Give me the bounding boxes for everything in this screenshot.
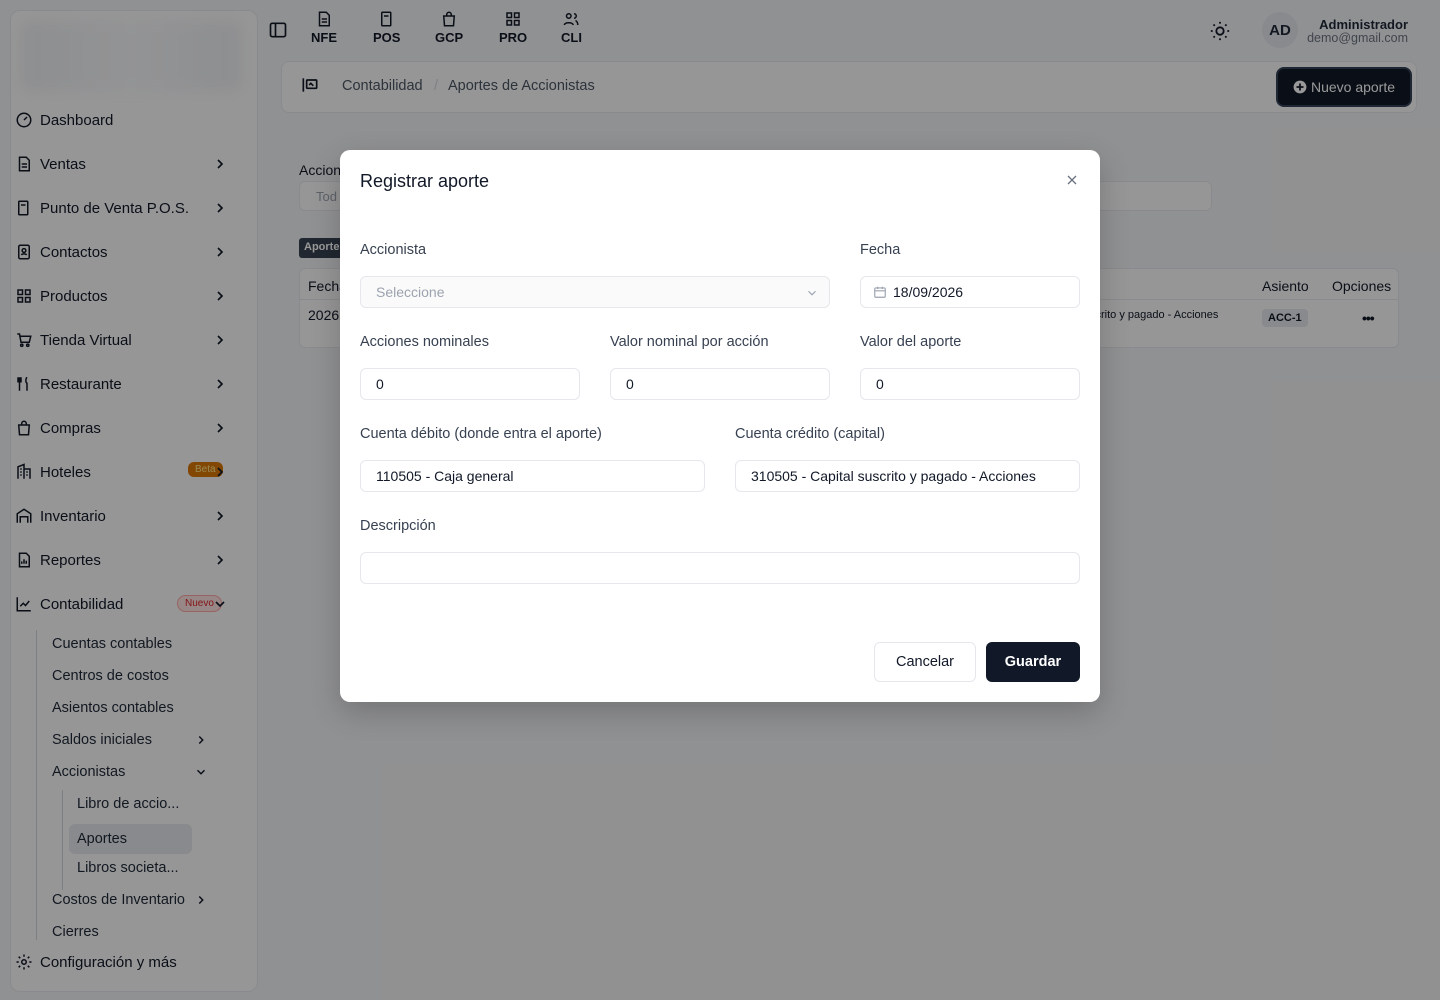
contribution-value-value: 0: [876, 376, 884, 392]
date-input[interactable]: 18/09/2026: [860, 276, 1080, 308]
credit-account-value: 310505 - Capital suscrito y pagado - Acc…: [751, 468, 1036, 484]
contribution-value-input[interactable]: 0: [860, 368, 1080, 400]
cancel-button[interactable]: Cancelar: [874, 642, 976, 682]
modal-title: Registrar aporte: [360, 171, 490, 191]
description-input[interactable]: [360, 552, 1080, 584]
date-value: 18/09/2026: [893, 284, 964, 300]
debit-account-label: Cuenta débito (donde entra el aporte): [360, 426, 602, 442]
shareholder-label: Accionista: [360, 242, 427, 258]
save-button[interactable]: Guardar: [986, 642, 1080, 682]
shares-input[interactable]: 0: [360, 368, 580, 400]
close-icon[interactable]: [1064, 172, 1080, 188]
description-label: Descripción: [360, 518, 436, 534]
calendar-icon: [874, 286, 886, 298]
nominal-value-input[interactable]: 0: [610, 368, 830, 400]
chevron-down-icon: [808, 290, 816, 296]
credit-account-input[interactable]: 310505 - Capital suscrito y pagado - Acc…: [735, 460, 1080, 492]
shareholder-placeholder: Seleccione: [376, 284, 445, 300]
debit-account-value: 110505 - Caja general: [376, 468, 514, 484]
contribution-value-label: Valor del aporte: [860, 334, 962, 350]
shareholder-select[interactable]: Seleccione: [360, 276, 830, 308]
credit-account-label: Cuenta crédito (capital): [735, 426, 885, 442]
nominal-value-label: Valor nominal por acción: [610, 334, 769, 350]
shares-label: Acciones nominales: [360, 334, 489, 350]
debit-account-input[interactable]: 110505 - Caja general: [360, 460, 705, 492]
register-contribution-modal: Registrar aporte Accionista Seleccione F…: [340, 150, 1100, 702]
shares-value: 0: [376, 376, 384, 392]
date-label: Fecha: [860, 242, 901, 258]
nominal-value-value: 0: [626, 376, 634, 392]
